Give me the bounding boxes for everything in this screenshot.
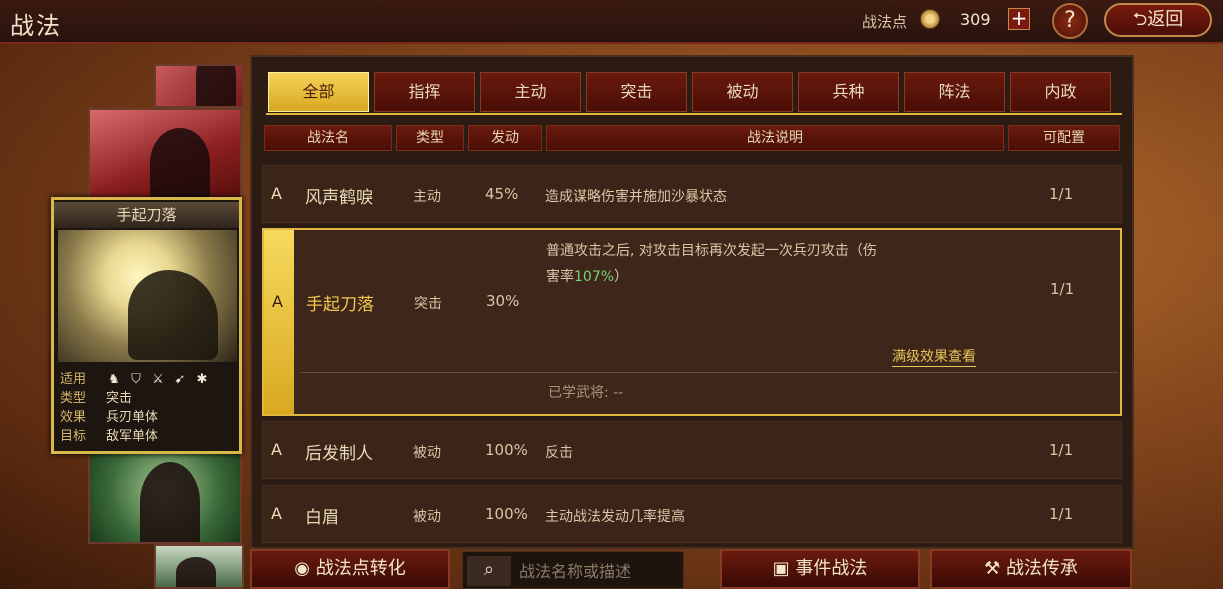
effect-value: 兵刃单体 <box>106 410 159 425</box>
skill-points-label: 战法点 <box>862 13 908 31</box>
skill-card-thumbnail[interactable] <box>154 544 244 589</box>
spear-icon: ➹ <box>174 372 186 387</box>
skill-description: 主动战法发动几率提高 <box>545 509 685 525</box>
unit-type-icons: ♞ ⛉ ⚔ ➹ ✱ <box>106 370 210 389</box>
tab-formation[interactable]: 阵法 <box>904 72 1005 112</box>
skill-rank: A <box>271 440 282 459</box>
cavalry-icon: ♞ <box>108 372 120 387</box>
row-divider <box>300 372 1118 373</box>
warrior-silhouette-icon <box>150 128 210 198</box>
skill-type: 被动 <box>413 509 441 525</box>
coin-icon: ◉ <box>294 558 310 579</box>
skill-name: 后发制人 <box>305 444 373 464</box>
column-header-type[interactable]: 类型 <box>396 125 464 151</box>
rider-silhouette-icon <box>140 462 200 542</box>
column-header-config[interactable]: 可配置 <box>1008 125 1120 151</box>
skill-artwork <box>58 230 237 362</box>
convert-points-label: 战法点转化 <box>315 558 406 579</box>
selected-skill-card[interactable]: 手起刀落 适用 ♞ ⛉ ⚔ ➹ ✱ 类型 突击 效果 兵刃单体 目标 敌军单体 <box>51 197 242 454</box>
tab-passive[interactable]: 被动 <box>692 72 793 112</box>
help-button[interactable]: ? <box>1052 3 1088 39</box>
skill-description: 造成谋略伤害并施加沙暴状态 <box>545 189 727 205</box>
skill-row[interactable]: A 后发制人 被动 100% 反击 1/1 <box>262 421 1122 479</box>
skill-rank: A <box>271 184 282 203</box>
search-icon[interactable]: ⌕ <box>467 556 511 586</box>
cavalry-rider-icon <box>128 270 218 360</box>
skill-type: 被动 <box>413 445 441 461</box>
skill-rate: 30% <box>486 292 520 310</box>
skill-config-count: 1/1 <box>1049 441 1074 459</box>
max-level-effect-link[interactable]: 满级效果查看 <box>892 346 976 367</box>
skill-list-panel: 全部 指挥 主动 突击 被动 兵种 阵法 内政 战法名 类型 发动 战法说明 可… <box>250 55 1134 549</box>
skill-info: 适用 ♞ ⛉ ⚔ ➹ ✱ 类型 突击 效果 兵刃单体 目标 敌军单体 <box>60 370 210 446</box>
target-key: 目标 <box>60 429 87 444</box>
wheel-icon: ✱ <box>196 372 208 387</box>
skill-inherit-label: 战法传承 <box>1005 558 1078 579</box>
column-header-name[interactable]: 战法名 <box>264 125 392 151</box>
learned-generals: 已学武将: -- <box>548 385 624 401</box>
event-skills-label: 事件战法 <box>795 558 868 579</box>
target-value: 敌军单体 <box>106 429 159 444</box>
skill-card-title: 手起刀落 <box>54 202 239 228</box>
search-box: ⌕ <box>462 551 684 589</box>
event-skills-button[interactable]: ▣ 事件战法 <box>720 549 920 589</box>
skill-row-selected[interactable]: A 手起刀落 突击 30% 普通攻击之后, 对攻击目标再次发起一次兵刃攻击（伤 … <box>262 228 1122 416</box>
skill-description-line1: 普通攻击之后, 对攻击目标再次发起一次兵刃攻击（伤 <box>546 243 877 259</box>
tab-assault[interactable]: 突击 <box>586 72 687 112</box>
skill-row[interactable]: A 白眉 被动 100% 主动战法发动几率提高 1/1 <box>262 485 1122 543</box>
convert-points-button[interactable]: ◉ 战法点转化 <box>250 549 450 589</box>
effect-key: 效果 <box>60 410 87 425</box>
skill-rate: 45% <box>485 185 519 203</box>
skill-config-count: 1/1 <box>1050 280 1075 298</box>
skill-card-thumbnail[interactable] <box>88 452 242 544</box>
skill-rate: 100% <box>485 441 528 459</box>
skill-description: 反击 <box>545 445 573 461</box>
skill-card-thumbnail[interactable] <box>88 108 242 200</box>
add-points-button[interactable]: + <box>1008 8 1030 30</box>
skill-name: 风声鹤唳 <box>305 188 373 208</box>
type-key: 类型 <box>60 391 87 406</box>
skill-config-count: 1/1 <box>1049 505 1074 523</box>
shield-icon: ⛉ <box>131 372 141 387</box>
skill-points-value: 309 <box>960 10 991 29</box>
crossed-swords-icon: ⚔ <box>152 372 164 387</box>
type-value: 突击 <box>106 391 133 406</box>
category-tabs: 全部 指挥 主动 突击 被动 兵种 阵法 内政 <box>268 72 1111 112</box>
back-button[interactable]: ⮌返回 <box>1104 3 1212 37</box>
top-bar: 战法 战法点 309 + ? ⮌返回 <box>0 0 1223 44</box>
skill-description-line2: 害率107%） <box>546 269 629 285</box>
tab-troop-type[interactable]: 兵种 <box>798 72 899 112</box>
skill-type: 主动 <box>413 189 441 205</box>
warrior-silhouette-icon <box>176 557 216 587</box>
skill-config-count: 1/1 <box>1049 185 1074 203</box>
skill-type: 突击 <box>414 296 442 312</box>
skill-name: 手起刀落 <box>306 295 374 315</box>
tab-all[interactable]: 全部 <box>268 72 369 112</box>
skill-card-thumbnail[interactable] <box>154 64 244 108</box>
applies-key: 适用 <box>60 372 87 387</box>
damage-rate-highlight: 107% <box>574 269 615 285</box>
selected-indicator <box>264 230 294 414</box>
skill-rank: A <box>271 504 282 523</box>
skill-name: 白眉 <box>305 508 339 528</box>
skill-inherit-button[interactable]: ⚒ 战法传承 <box>930 549 1132 589</box>
skill-rank: A <box>272 292 283 311</box>
search-input[interactable] <box>519 558 679 584</box>
skill-points-coin-icon <box>920 9 940 29</box>
skill-row[interactable]: A 风声鹤唳 主动 45% 造成谋略伤害并施加沙暴状态 1/1 <box>262 165 1122 223</box>
warrior-silhouette-icon <box>196 66 236 106</box>
column-header-rate[interactable]: 发动 <box>468 125 542 151</box>
column-header-description: 战法说明 <box>546 125 1004 151</box>
tab-underline <box>266 113 1122 115</box>
scroll-icon: ▣ <box>772 558 790 579</box>
hammer-icon: ⚒ <box>984 558 1001 579</box>
page-title: 战法 <box>10 12 62 40</box>
skill-rate: 100% <box>485 505 528 523</box>
tab-active[interactable]: 主动 <box>480 72 581 112</box>
tab-command[interactable]: 指挥 <box>374 72 475 112</box>
tab-internal-affairs[interactable]: 内政 <box>1010 72 1111 112</box>
